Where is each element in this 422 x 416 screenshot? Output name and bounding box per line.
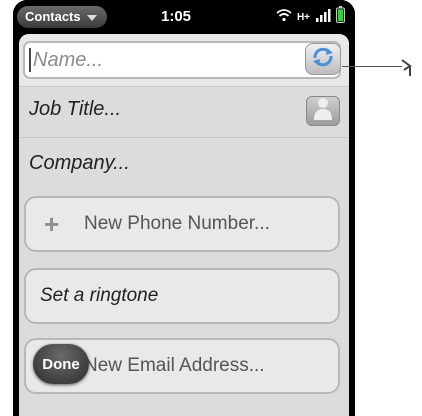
plus-icon: + xyxy=(44,209,60,239)
job-title-field[interactable]: Job Title... xyxy=(29,98,121,121)
wifi-icon xyxy=(276,8,292,27)
ringtone-label: Set a ringtone xyxy=(40,285,159,306)
network-type-label: H+ xyxy=(296,11,310,23)
new-phone-number-button[interactable]: + New Phone Number... xyxy=(24,196,340,252)
status-icons: H+ xyxy=(276,6,345,28)
name-input[interactable] xyxy=(23,41,341,79)
name-row xyxy=(19,34,349,87)
status-bar: Contacts 1:05 H+ xyxy=(13,0,355,34)
callout-line xyxy=(342,66,402,67)
signal-bars-icon xyxy=(315,8,331,27)
app-menu-button[interactable]: Contacts xyxy=(17,6,107,28)
battery-icon xyxy=(336,6,345,28)
phone-frame: Contacts 1:05 H+ Name... Job Title... Co… xyxy=(13,0,355,416)
callout-pointer-icon xyxy=(400,56,420,78)
sync-icon xyxy=(311,46,335,73)
app-menu-label: Contacts xyxy=(25,9,81,24)
new-email-address-label: New Email Address... xyxy=(84,355,265,376)
text-cursor xyxy=(29,48,31,72)
job-title-row[interactable]: Job Title... xyxy=(19,86,349,138)
done-button[interactable]: Done xyxy=(33,344,89,384)
contact-photo-button[interactable] xyxy=(306,96,340,126)
new-phone-number-label: New Phone Number... xyxy=(84,213,270,234)
person-silhouette-icon xyxy=(312,97,334,125)
clock: 1:05 xyxy=(161,8,192,25)
sync-button[interactable] xyxy=(305,43,341,75)
ringtone-button[interactable]: Set a ringtone xyxy=(24,268,340,324)
company-row[interactable]: Company... xyxy=(19,138,349,194)
chevron-down-icon xyxy=(86,15,97,21)
company-field[interactable]: Company... xyxy=(29,152,130,175)
